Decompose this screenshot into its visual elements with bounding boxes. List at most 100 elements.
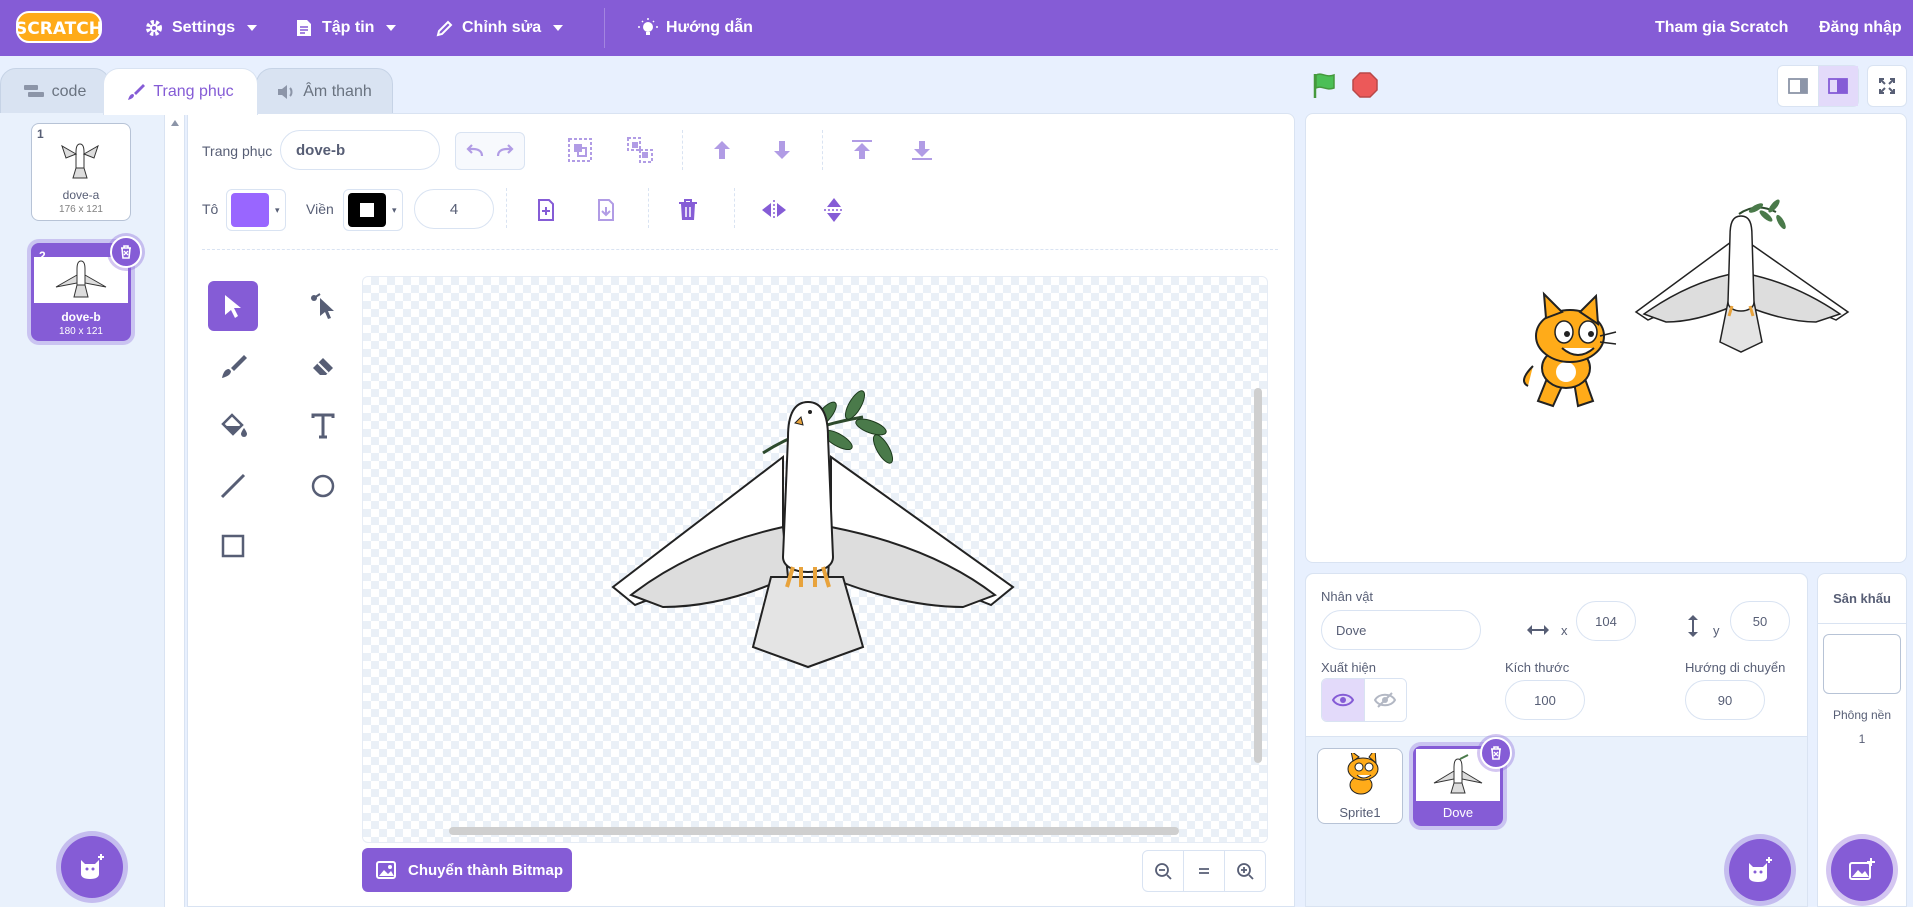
zoom-out-button[interactable]: [1143, 851, 1184, 891]
chevron-down-icon: [386, 25, 397, 31]
scroll-up-arrow-icon[interactable]: [165, 113, 185, 133]
cat-add-icon: [1749, 857, 1772, 882]
choose-costume-button[interactable]: [61, 836, 123, 898]
join-scratch-link[interactable]: Tham gia Scratch: [1655, 0, 1788, 56]
logo-text: SCRATCH: [16, 19, 102, 39]
backward-button[interactable]: [766, 134, 798, 166]
tab-costumes[interactable]: Trang phục: [103, 68, 258, 115]
show-button[interactable]: [1322, 679, 1365, 721]
hide-button[interactable]: [1364, 679, 1406, 721]
delete-costume-button[interactable]: [110, 236, 142, 268]
scratch-logo[interactable]: SCRATCH: [15, 10, 103, 44]
green-flag-icon: [1313, 73, 1335, 98]
back-button[interactable]: [906, 134, 938, 166]
file-icon: [297, 20, 311, 36]
green-flag-button[interactable]: [1311, 71, 1339, 104]
sprite-name: Dove: [1442, 805, 1474, 820]
costume-list-scrollbar[interactable]: [165, 113, 185, 907]
direction-input[interactable]: 90: [1685, 680, 1765, 720]
large-stage-button[interactable]: [1818, 66, 1858, 106]
brush-icon: [222, 355, 247, 378]
costume-size: 176 x 121: [59, 204, 103, 215]
sprite-name-input[interactable]: Dove: [1321, 610, 1481, 650]
small-stage-button[interactable]: [1778, 66, 1819, 106]
eraser-tool[interactable]: [298, 341, 348, 391]
zoom-in-icon: [1237, 863, 1254, 880]
tab-code-label: code: [51, 82, 87, 100]
outline-color-picker[interactable]: ▾: [343, 189, 403, 231]
copy-icon: [538, 199, 554, 221]
brush-icon: [128, 84, 146, 100]
pencil-icon: [436, 20, 453, 37]
fullscreen-icon: [1879, 78, 1895, 94]
cursor-icon: [225, 295, 241, 318]
stage-target-panel[interactable]: Sân khấu Phông nền 1: [1817, 573, 1907, 907]
choose-sprite-button[interactable]: [1729, 839, 1791, 901]
brush-tool[interactable]: [208, 341, 258, 391]
flip-horizontal-button[interactable]: [758, 194, 790, 226]
costume-name-input[interactable]: dove-b: [280, 130, 440, 170]
x-input[interactable]: 104: [1576, 601, 1636, 641]
reshape-icon: [311, 293, 334, 319]
front-button[interactable]: [846, 134, 878, 166]
reshape-tool[interactable]: [298, 281, 348, 331]
settings-menu[interactable]: Settings: [144, 0, 258, 56]
tutorials-label: Hướng dẫn: [666, 19, 753, 36]
fullscreen-button[interactable]: [1867, 65, 1907, 107]
canvas-horizontal-scrollbar[interactable]: [449, 827, 1179, 835]
toolbar-divider: [734, 188, 735, 228]
speaker-icon: [278, 84, 293, 99]
canvas-vertical-scrollbar[interactable]: [1254, 388, 1262, 763]
line-icon: [220, 473, 246, 499]
paste-icon: [598, 199, 614, 221]
stage[interactable]: [1305, 113, 1907, 563]
tab-sounds-label: Âm thanh: [303, 82, 372, 100]
file-menu[interactable]: Tập tin: [294, 0, 397, 56]
costume-tile-1[interactable]: 1 dove-a 176 x 121: [31, 123, 131, 221]
sprite-info: Nhân vật Dove x 104 y 50 Xuất hiện Kích …: [1306, 574, 1807, 737]
convert-to-bitmap-button[interactable]: Chuyển thành Bitmap: [362, 848, 572, 892]
group-button[interactable]: [564, 134, 596, 166]
undo-icon[interactable]: [466, 143, 486, 159]
sprite-tile-sprite1[interactable]: Sprite1: [1317, 748, 1403, 824]
copy-button[interactable]: [530, 194, 562, 226]
edit-label: Chỉnh sửa: [462, 19, 542, 36]
choose-backdrop-button[interactable]: [1831, 839, 1893, 901]
costume-thumbnail: [34, 257, 128, 303]
outline-width-input[interactable]: 4: [414, 189, 494, 229]
tab-code[interactable]: code: [0, 68, 110, 115]
sprite-tile-dove[interactable]: Dove: [1413, 737, 1512, 826]
costume-size: 180 x 121: [59, 326, 103, 337]
fill-tool[interactable]: [208, 401, 258, 451]
zoom-reset-button[interactable]: [1184, 851, 1225, 891]
delete-button[interactable]: [672, 194, 704, 226]
backdrops-count: 1: [1858, 732, 1866, 746]
zoom-out-icon: [1155, 863, 1172, 880]
stop-button[interactable]: [1351, 71, 1379, 104]
toolbar-divider: [682, 130, 683, 170]
forward-button[interactable]: [706, 134, 738, 166]
edit-menu[interactable]: Chỉnh sửa: [436, 0, 564, 56]
costume-tile-2[interactable]: 2 dove-b 180 x 121: [31, 236, 142, 341]
direction-label: Hướng di chuyển: [1685, 660, 1786, 675]
tutorials-menu[interactable]: Hướng dẫn: [638, 0, 753, 56]
circle-tool[interactable]: [298, 461, 348, 511]
text-tool[interactable]: [298, 401, 348, 451]
select-tool[interactable]: [208, 281, 258, 331]
ungroup-button[interactable]: [624, 134, 656, 166]
line-tool[interactable]: [208, 461, 258, 511]
tab-sounds[interactable]: Âm thanh: [256, 68, 393, 115]
rectangle-tool[interactable]: [208, 521, 258, 571]
paste-button[interactable]: [590, 194, 622, 226]
costume-name: dove-b: [61, 310, 101, 324]
redo-icon[interactable]: [494, 143, 514, 159]
y-input[interactable]: 50: [1730, 601, 1790, 641]
flip-vertical-button[interactable]: [818, 194, 850, 226]
paint-canvas[interactable]: [362, 276, 1268, 843]
delete-sprite-button[interactable]: [1480, 737, 1512, 769]
zoom-in-button[interactable]: [1225, 851, 1265, 891]
size-input[interactable]: 100: [1505, 680, 1585, 720]
sprite-thumbnail: [1347, 753, 1379, 795]
fill-color-picker[interactable]: ▾: [226, 189, 286, 231]
sign-in-link[interactable]: Đăng nhập: [1819, 0, 1902, 56]
